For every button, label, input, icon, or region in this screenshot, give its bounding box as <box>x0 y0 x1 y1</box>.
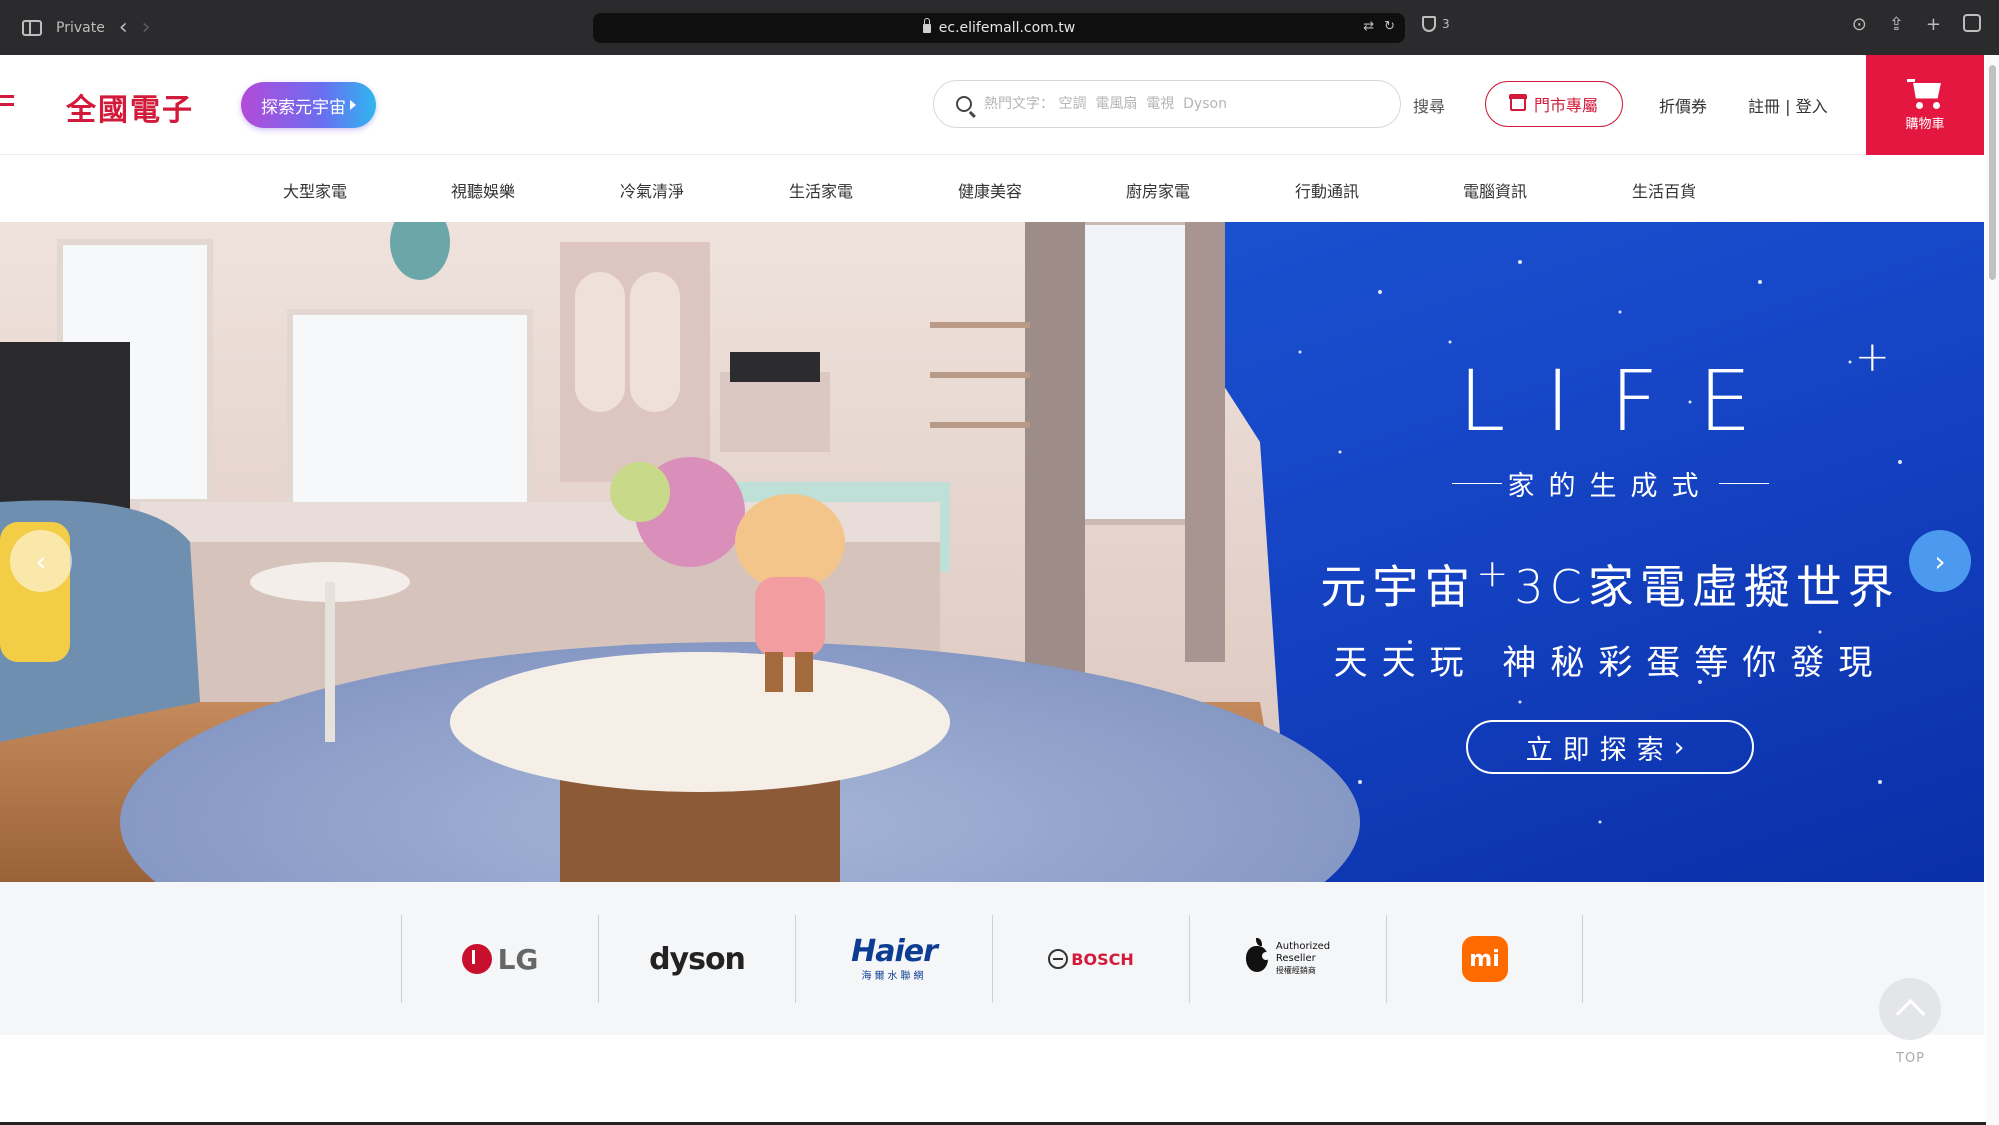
sidebar-toggle-icon[interactable] <box>22 19 42 36</box>
store-exclusive-button[interactable]: 門市專屬 <box>1485 81 1623 127</box>
apple-logo-icon <box>1245 938 1270 972</box>
brand-apple[interactable]: Authorized Reseller 授權經銷商 <box>1189 915 1386 1003</box>
browser-left-controls: Private ‹ › <box>0 16 151 39</box>
url-text: ec.elifemall.com.tw <box>938 20 1076 36</box>
brand-bosch[interactable]: BOSCH <box>992 915 1189 1003</box>
lg-logo-icon <box>461 944 492 974</box>
brand-dyson-label: dyson <box>649 941 746 977</box>
cart-button[interactable]: 購物車 <box>1866 55 1984 155</box>
hero-headline-part-a: 元宇宙 <box>1320 560 1477 614</box>
category-item[interactable]: 電腦資訊 <box>1463 178 1527 202</box>
category-item[interactable]: 廚房家電 <box>1126 178 1190 202</box>
brand-lg[interactable]: LG <box>401 915 598 1003</box>
brand-haier-label: Haier <box>851 933 938 969</box>
chevron-right-icon: › <box>1934 544 1946 578</box>
brand-lg-label: LG <box>497 942 539 976</box>
apple-line1: Authorized <box>1275 941 1331 952</box>
category-item[interactable]: 冷氣清淨 <box>620 178 684 202</box>
xiaomi-logo: mi <box>1461 936 1508 982</box>
privacy-shield[interactable]: 3 <box>1422 16 1450 32</box>
browser-right-controls: ⊙ ⇪ + <box>1852 14 1981 35</box>
brand-row: LG dyson Haier 海爾水聯網 BOSCH Authorized Re… <box>0 882 1984 1035</box>
category-nav: 大型家電 視聽娛樂 冷氣清淨 生活家電 健康美容 廚房家電 行動通訊 電腦資訊 … <box>0 156 1984 222</box>
explore-label: 探索元宇宙 <box>261 97 346 118</box>
browser-toolbar: Private ‹ › ec.elifemall.com.tw ⇄ ↻ 3 ⊙ … <box>0 0 1999 55</box>
back-icon[interactable]: ‹ <box>119 16 128 39</box>
brand-haier[interactable]: Haier 海爾水聯網 <box>795 915 992 1003</box>
search-button[interactable]: 搜尋 <box>1413 93 1445 117</box>
private-mode-label: Private <box>56 19 105 36</box>
explore-now-button[interactable]: 立即探索 › <box>1466 720 1754 774</box>
hero-headline-sup: + <box>1476 551 1515 597</box>
search-icon[interactable] <box>956 96 972 112</box>
hero-headline-part-b: 3C家電虛擬世界 <box>1514 560 1900 614</box>
brand-bosch-label: BOSCH <box>1071 949 1134 969</box>
menu-icon[interactable] <box>0 95 14 111</box>
carousel-prev-button[interactable]: ‹ <box>10 530 72 592</box>
new-tab-icon[interactable]: + <box>1926 14 1941 35</box>
chevron-right-icon: › <box>1673 731 1695 763</box>
shield-count: 3 <box>1442 17 1450 31</box>
lock-icon <box>922 17 931 33</box>
life-logo-text: LIFE <box>1458 352 1792 450</box>
category-item[interactable]: 生活百貨 <box>1632 178 1696 202</box>
translate-icon[interactable]: ⇄ <box>1363 19 1374 34</box>
brand-xiaomi[interactable]: mi <box>1386 915 1583 1003</box>
hero-tagline-text: 家的生成式 <box>1507 471 1713 502</box>
share-icon[interactable]: ⇪ <box>1889 14 1904 35</box>
bosch-logo-icon <box>1048 949 1069 969</box>
hero-banner[interactable]: LIFE + 家的生成式 元宇宙+3C家電虛擬世界 天天玩 神秘彩蛋等你發現 立即… <box>0 222 1984 882</box>
search-input[interactable] <box>984 96 1344 112</box>
back-to-top-label: TOP <box>1896 1051 1926 1066</box>
scrollbar[interactable] <box>1986 55 1999 1125</box>
back-to-top-button[interactable] <box>1879 978 1941 1040</box>
store-label: 門市專屬 <box>1533 96 1598 115</box>
hero-headline: 元宇宙+3C家電虛擬世界 <box>1290 551 1930 617</box>
carousel-next-button[interactable]: › <box>1909 530 1971 592</box>
scrollbar-thumb[interactable] <box>1989 65 1996 280</box>
category-item[interactable]: 健康美容 <box>958 178 1022 202</box>
cart-icon <box>1907 78 1943 109</box>
explore-metaverse-button[interactable]: 探索元宇宙 <box>241 82 376 128</box>
cart-label: 購物車 <box>1905 116 1945 132</box>
category-item[interactable]: 大型家電 <box>283 178 347 202</box>
register-login-link[interactable]: 註冊 | 登入 <box>1748 93 1828 117</box>
life-logo: LIFE + <box>1290 332 1930 450</box>
brand-haier-sub: 海爾水聯網 <box>861 970 927 982</box>
apple-line3: 授權經銷商 <box>1275 966 1316 975</box>
apple-line2: Reseller <box>1275 953 1316 964</box>
explore-now-label: 立即探索 <box>1525 734 1674 766</box>
category-item[interactable]: 行動通訊 <box>1295 178 1359 202</box>
address-bar[interactable]: ec.elifemall.com.tw ⇄ ↻ <box>593 13 1405 43</box>
category-item[interactable]: 生活家電 <box>789 178 853 202</box>
download-icon[interactable]: ⊙ <box>1852 14 1867 35</box>
coupon-link[interactable]: 折價券 <box>1659 93 1707 117</box>
hero-tagline: 家的生成式 <box>1290 464 1930 503</box>
forward-icon[interactable]: › <box>142 16 151 39</box>
site-logo[interactable]: 全國電子 <box>66 85 194 129</box>
life-logo-sup: + <box>1854 332 1890 381</box>
category-item[interactable]: 視聽娛樂 <box>451 178 515 202</box>
store-icon <box>1508 94 1527 111</box>
site-header: 全國電子 探索元宇宙 搜尋 門市專屬 折價券 註冊 | 登入 購物車 <box>0 55 1984 155</box>
reload-icon[interactable]: ↻ <box>1384 19 1395 34</box>
brand-dyson[interactable]: dyson <box>598 915 795 1003</box>
chevron-left-icon: ‹ <box>35 544 47 578</box>
shield-icon <box>1422 16 1436 32</box>
hero-subline: 天天玩 神秘彩蛋等你發現 <box>1333 643 1887 683</box>
tab-overview-icon[interactable] <box>1963 14 1981 32</box>
hero-text-block: LIFE + 家的生成式 元宇宙+3C家電虛擬世界 天天玩 神秘彩蛋等你發現 立即… <box>1290 332 1930 774</box>
play-icon <box>350 100 356 110</box>
search-box <box>933 80 1401 128</box>
